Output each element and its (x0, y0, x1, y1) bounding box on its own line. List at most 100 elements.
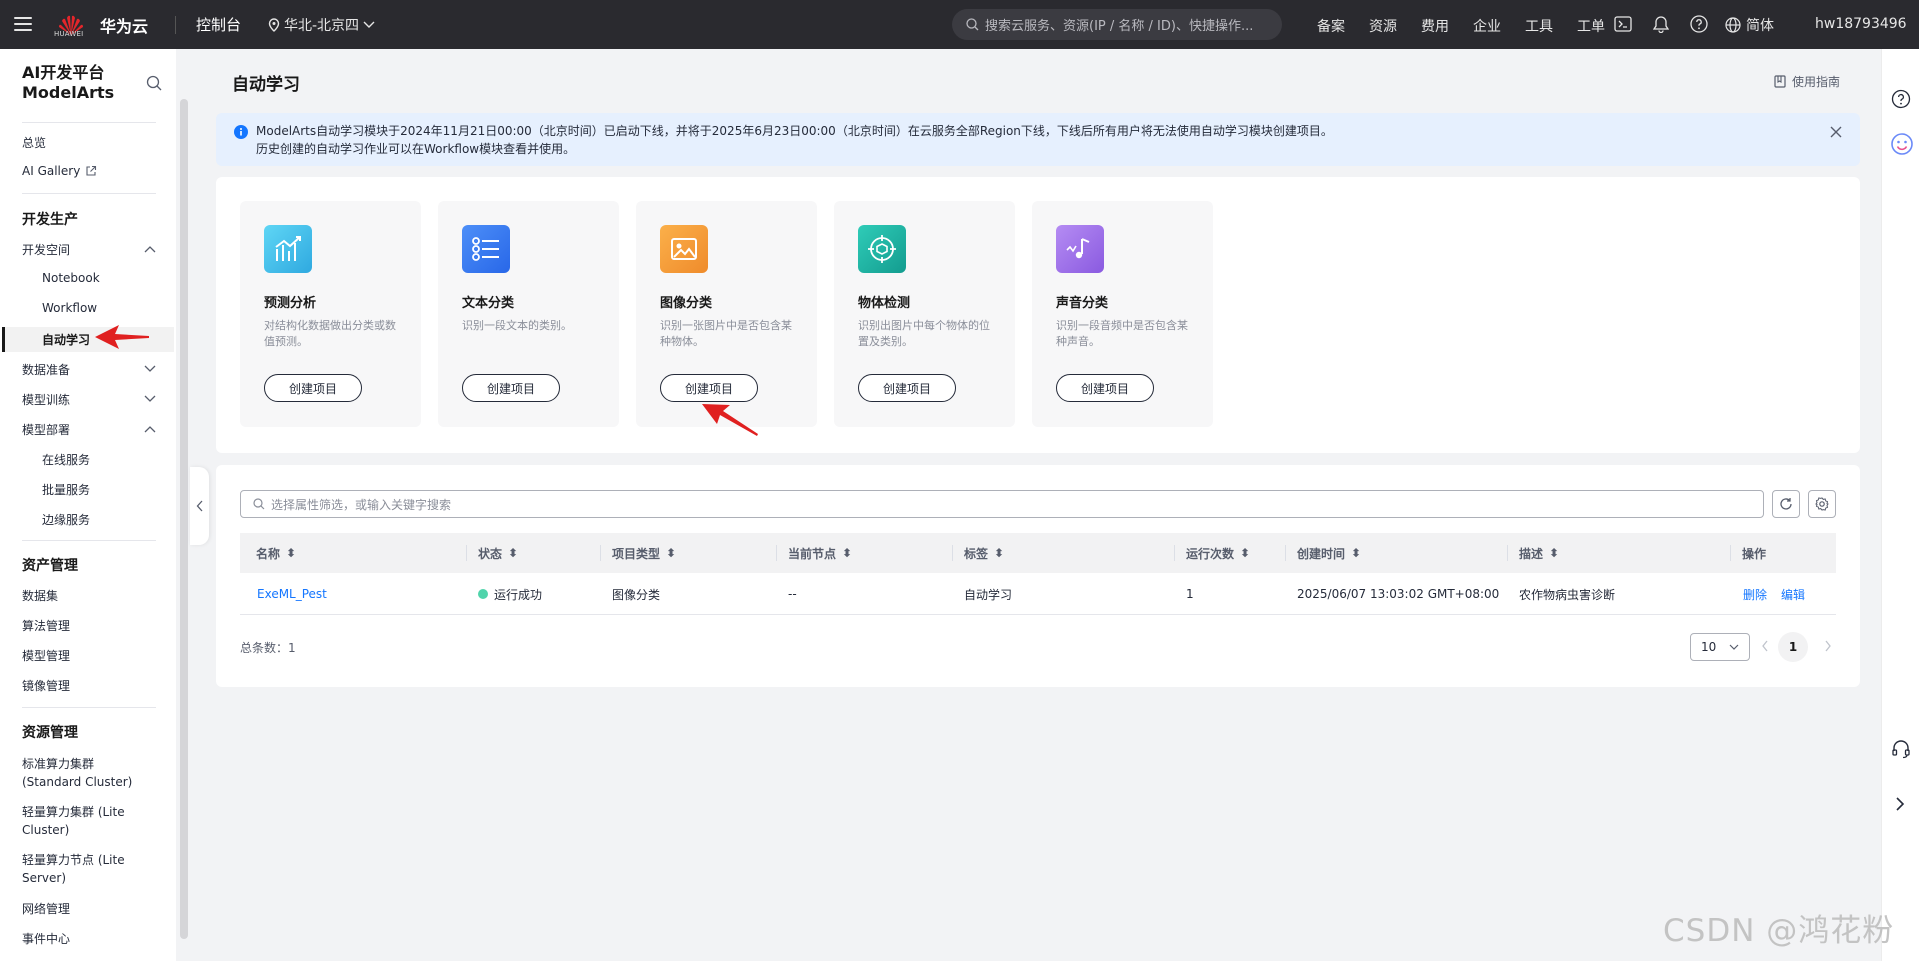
create-project-button-detection[interactable]: 创建项目 (858, 374, 956, 402)
create-project-button-predictive[interactable]: 创建项目 (264, 374, 362, 402)
sidebar-item-overview[interactable]: 总览 (22, 134, 46, 151)
edit-button[interactable]: 编辑 (1781, 573, 1805, 615)
sidebar-item-lite-cluster-line1: 轻量算力集群 (Lite (22, 805, 125, 819)
chevron-down-icon[interactable] (144, 365, 156, 373)
chevron-up-icon[interactable] (144, 425, 156, 433)
terminal-icon[interactable] (1612, 13, 1634, 35)
column-node[interactable]: 当前节点 ⬍ (776, 533, 852, 573)
sort-icon[interactable]: ⬍ (842, 546, 852, 560)
column-name[interactable]: 名称 ⬍ (256, 533, 296, 573)
create-project-button-image[interactable]: 创建项目 (660, 374, 758, 402)
sidebar-item-event[interactable]: 事件中心 (22, 930, 70, 947)
page-size-value: 10 (1701, 640, 1717, 654)
sort-icon[interactable]: ⬍ (286, 546, 296, 560)
chevron-up-icon[interactable] (144, 245, 156, 253)
sidebar-item-std-cluster[interactable]: 标准算力集群 (Standard Cluster) (22, 755, 132, 791)
sidebar-item-batch-service[interactable]: 批量服务 (42, 481, 90, 498)
filter-search-input[interactable]: 选择属性筛选，或输入关键字搜索 (240, 490, 1764, 518)
create-project-button-sound[interactable]: 创建项目 (1056, 374, 1154, 402)
page-size-select[interactable]: 10 (1690, 633, 1750, 661)
sidebar-item-data-prep[interactable]: 数据准备 (22, 361, 70, 378)
settings-button[interactable] (1808, 490, 1836, 518)
sidebar-item-model-mgmt[interactable]: 模型管理 (22, 647, 70, 664)
create-project-button-text[interactable]: 创建项目 (462, 374, 560, 402)
column-tag[interactable]: 标签 ⬍ (952, 533, 1004, 573)
region-selector[interactable]: 华北-北京四 (268, 15, 375, 35)
brand-name[interactable]: 华为云 (100, 13, 148, 37)
sidebar-item-notebook[interactable]: Notebook (42, 271, 100, 285)
sort-icon[interactable]: ⬍ (1549, 546, 1559, 560)
column-type[interactable]: 项目类型 ⬍ (600, 533, 676, 573)
sort-icon[interactable]: ⬍ (1351, 546, 1361, 560)
refresh-button[interactable] (1772, 490, 1800, 518)
sidebar-search-icon[interactable] (146, 75, 162, 91)
sort-icon[interactable]: ⬍ (666, 546, 676, 560)
column-separator (1174, 545, 1175, 561)
console-link[interactable]: 控制台 (196, 14, 241, 35)
column-label: 状态 (478, 546, 503, 561)
sidebar-item-automl[interactable]: 自动学习 (42, 331, 90, 348)
current-page-button[interactable]: 1 (1778, 632, 1808, 662)
sidebar-scrollbar[interactable] (180, 99, 188, 939)
nav-beian[interactable]: 备案 (1305, 16, 1357, 36)
sidebar-item-network[interactable]: 网络管理 (22, 900, 70, 917)
global-search-input[interactable]: 搜索云服务、资源(IP / 名称 / ID)、快捷操作... (952, 9, 1282, 40)
sidebar-item-online-service[interactable]: 在线服务 (42, 451, 90, 468)
sidebar-item-workflow[interactable]: Workflow (42, 301, 97, 315)
sidebar-collapse-button[interactable] (190, 467, 209, 545)
next-page-icon[interactable] (1824, 639, 1832, 653)
column-runs[interactable]: 运行次数 ⬍ (1174, 533, 1250, 573)
card-object-detection: 物体检测 识别出图片中每个物体的位置及类别。 创建项目 (834, 201, 1015, 427)
nav-ticket[interactable]: 工单 (1565, 16, 1617, 36)
delete-button[interactable]: 删除 (1743, 573, 1767, 615)
sort-icon[interactable]: ⬍ (994, 546, 1004, 560)
menu-icon[interactable] (14, 14, 32, 34)
global-search-placeholder: 搜索云服务、资源(IP / 名称 / ID)、快捷操作... (985, 19, 1254, 34)
card-title: 声音分类 (1056, 296, 1109, 311)
project-name-link[interactable]: ExeML_Pest (257, 573, 327, 615)
column-desc[interactable]: 描述 ⬍ (1507, 533, 1559, 573)
nav-billing[interactable]: 费用 (1409, 16, 1461, 36)
image-icon (660, 225, 708, 273)
sidebar-item-edge-service[interactable]: 边缘服务 (42, 511, 90, 528)
headset-icon[interactable] (1891, 739, 1911, 759)
column-label: 操作 (1742, 546, 1767, 561)
chevron-down-icon[interactable] (144, 395, 156, 403)
watermark: CSDN @鸿花粉 (1663, 913, 1895, 949)
sidebar-item-model-deploy[interactable]: 模型部署 (22, 421, 70, 438)
right-rail (1881, 49, 1919, 961)
language-selector[interactable]: 简体 (1725, 15, 1774, 35)
music-note-icon (1056, 225, 1104, 273)
help-icon[interactable] (1891, 89, 1911, 109)
card-title: 物体检测 (858, 296, 911, 311)
chevron-right-icon[interactable] (1891, 795, 1909, 813)
table-header: 名称 ⬍ 状态 ⬍ 项目类型 ⬍ 当前节点 ⬍ 标签 ⬍ 运行次数 ⬍ 创建时间 ⬍ 描述 ⬍ … (240, 533, 1836, 573)
user-guide-link[interactable]: 使用指南 (1774, 73, 1840, 90)
chevron-left-icon (196, 500, 202, 512)
nav-resource[interactable]: 资源 (1357, 16, 1409, 36)
assistant-icon[interactable] (1891, 133, 1913, 155)
sort-icon[interactable]: ⬍ (508, 546, 518, 560)
sort-icon[interactable]: ⬍ (1240, 546, 1250, 560)
sidebar-item-image-mgmt[interactable]: 镜像管理 (22, 677, 70, 694)
nav-enterprise[interactable]: 企业 (1461, 16, 1513, 36)
sidebar-item-lite-server[interactable]: 轻量算力节点 (Lite Server) (22, 851, 125, 887)
help-icon[interactable] (1688, 13, 1710, 35)
user-account[interactable]: hw18793496 (1815, 16, 1907, 32)
close-icon[interactable] (1830, 126, 1842, 138)
column-created[interactable]: 创建时间 ⬍ (1285, 533, 1361, 573)
desc-cell: 农作物病虫害诊断 (1519, 587, 1616, 602)
nav-tools[interactable]: 工具 (1513, 16, 1565, 36)
sidebar-item-dataset[interactable]: 数据集 (22, 587, 58, 604)
sidebar-item-dev-space[interactable]: 开发空间 (22, 241, 70, 258)
sidebar-title: AI开发平台 ModelArts (22, 63, 114, 103)
bell-icon[interactable] (1650, 13, 1672, 35)
annotation-arrow-create (702, 404, 758, 436)
sidebar-item-algorithm[interactable]: 算法管理 (22, 617, 70, 634)
sidebar-item-model-train[interactable]: 模型训练 (22, 391, 70, 408)
prev-page-icon[interactable] (1761, 639, 1769, 653)
sidebar-item-gallery[interactable]: AI Gallery (22, 164, 97, 178)
book-icon (1774, 75, 1786, 88)
sidebar-item-lite-cluster[interactable]: 轻量算力集群 (Lite Cluster) (22, 803, 125, 839)
column-status[interactable]: 状态 ⬍ (466, 533, 518, 573)
